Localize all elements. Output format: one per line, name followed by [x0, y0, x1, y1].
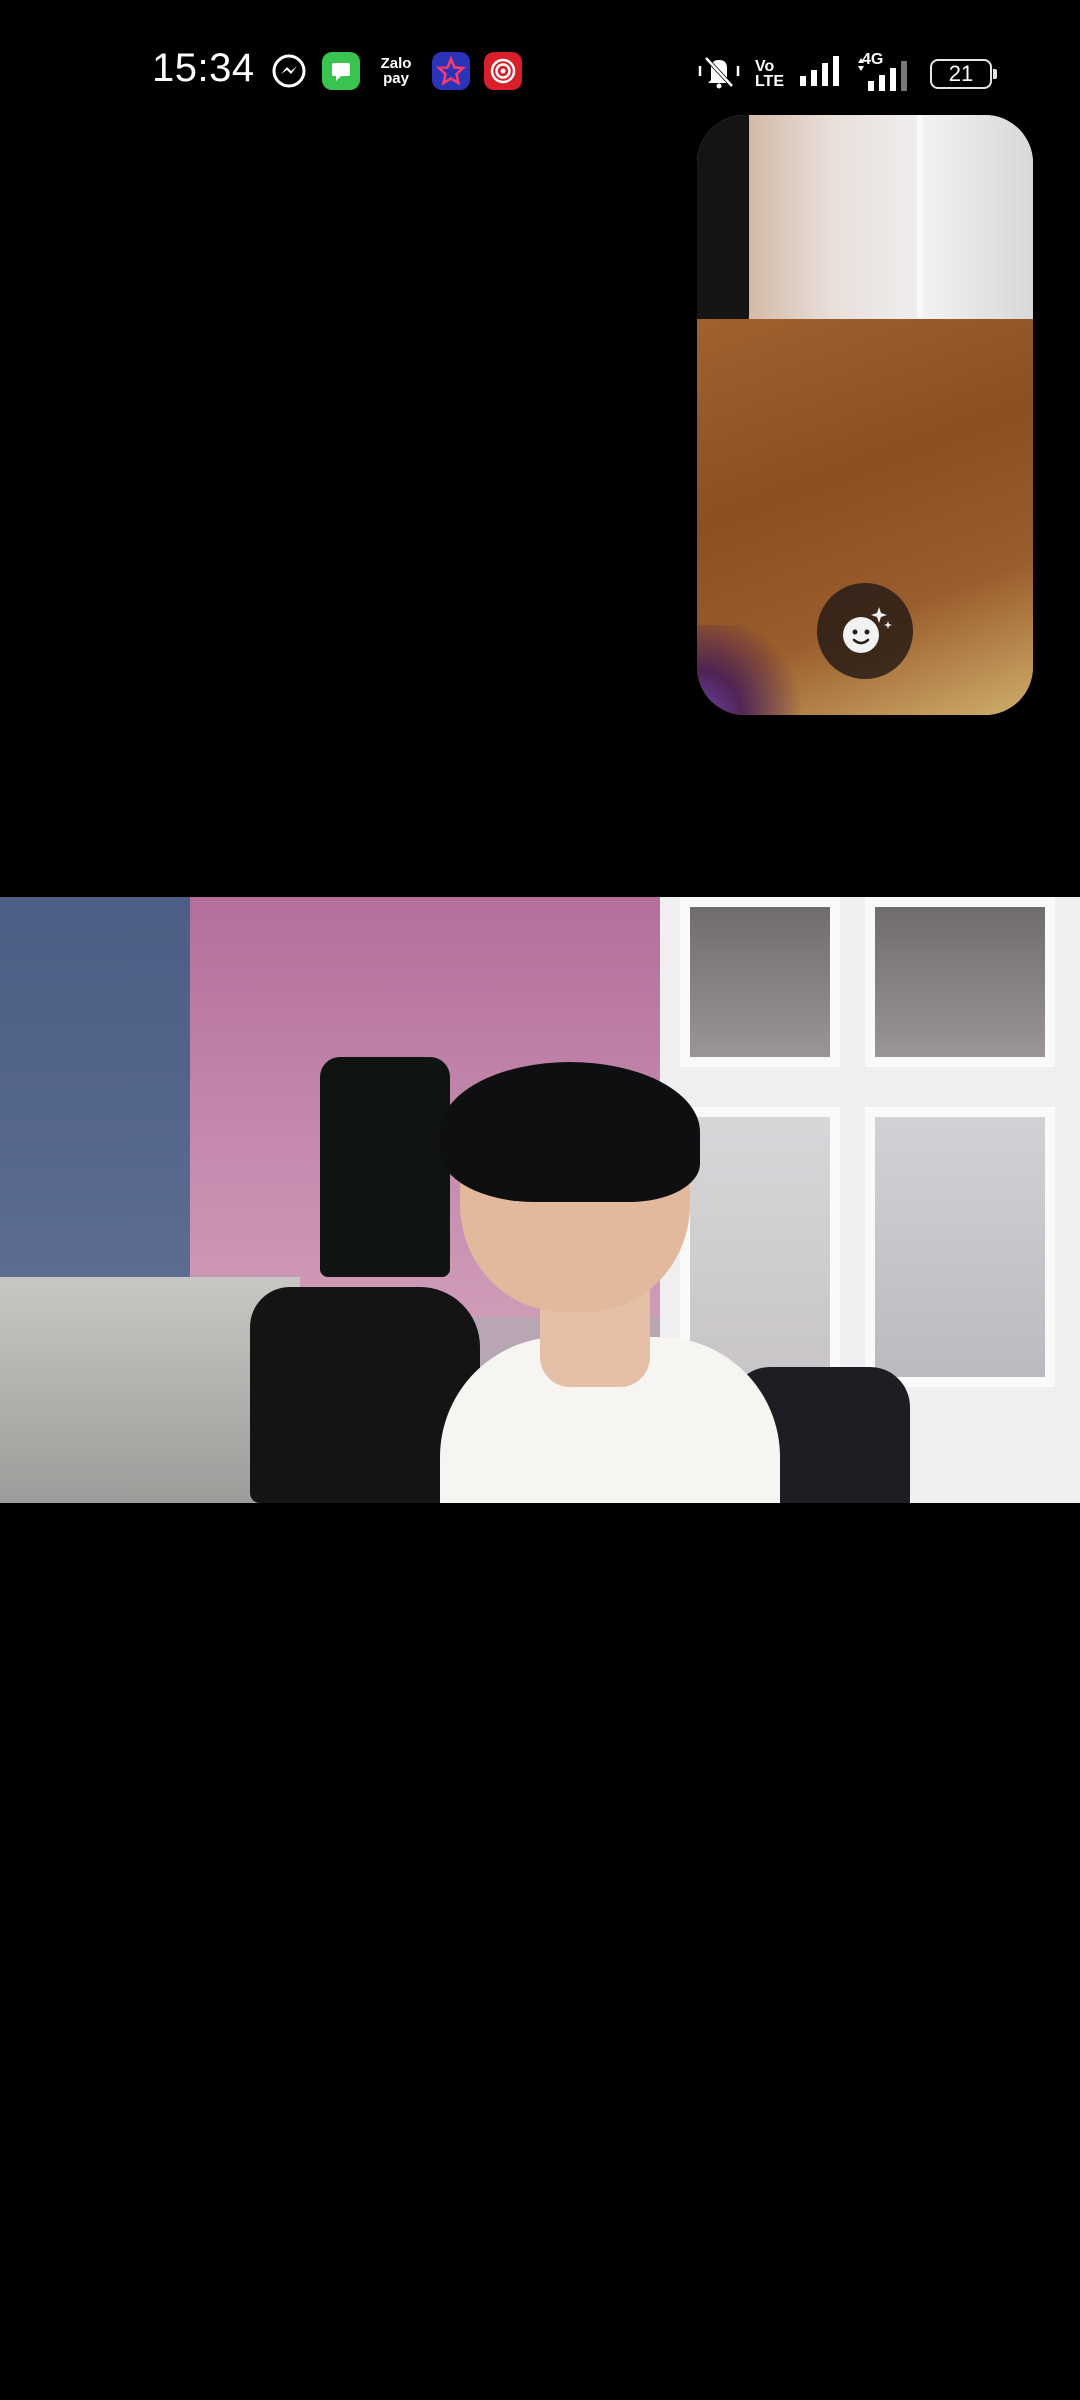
- zalopay-label-top: Zalo: [380, 55, 412, 72]
- self-view-monitor: [697, 115, 749, 345]
- target-app-icon: [484, 52, 522, 90]
- zalopay-icon: Zalo pay: [374, 52, 418, 90]
- signal-4g-icon: 4G: [856, 51, 916, 93]
- beauty-face-icon: [843, 607, 892, 653]
- remote-cabinet-pane: [865, 1107, 1055, 1387]
- volte-icon: Vo LTE: [754, 57, 784, 90]
- remote-hanging-clothes: [320, 1057, 450, 1277]
- self-view-vignette: [697, 625, 817, 715]
- remote-video-feed[interactable]: [0, 897, 1080, 1503]
- ringer-off-icon: [697, 52, 741, 95]
- battery-icon: 21: [930, 58, 997, 89]
- status-time: 15:34: [152, 46, 255, 90]
- zalopay-label-bottom: pay: [383, 70, 409, 87]
- system-icons: Vo LTE 4G 21: [697, 51, 997, 95]
- beauty-filter-button[interactable]: [817, 583, 913, 679]
- messenger-icon: [270, 52, 308, 90]
- remote-cabinet-pane: [680, 897, 840, 1067]
- notification-icons: Zalo pay: [270, 52, 522, 90]
- volte-bottom: LTE: [754, 72, 784, 90]
- remote-cabinet-pane: [865, 897, 1055, 1067]
- volte-top: Vo: [754, 57, 775, 75]
- remote-person-hair: [440, 1062, 700, 1202]
- signal-strength-icon: [798, 54, 842, 93]
- battery-level: 21: [948, 60, 974, 86]
- star-app-icon: [432, 52, 470, 90]
- messages-icon: [322, 52, 360, 90]
